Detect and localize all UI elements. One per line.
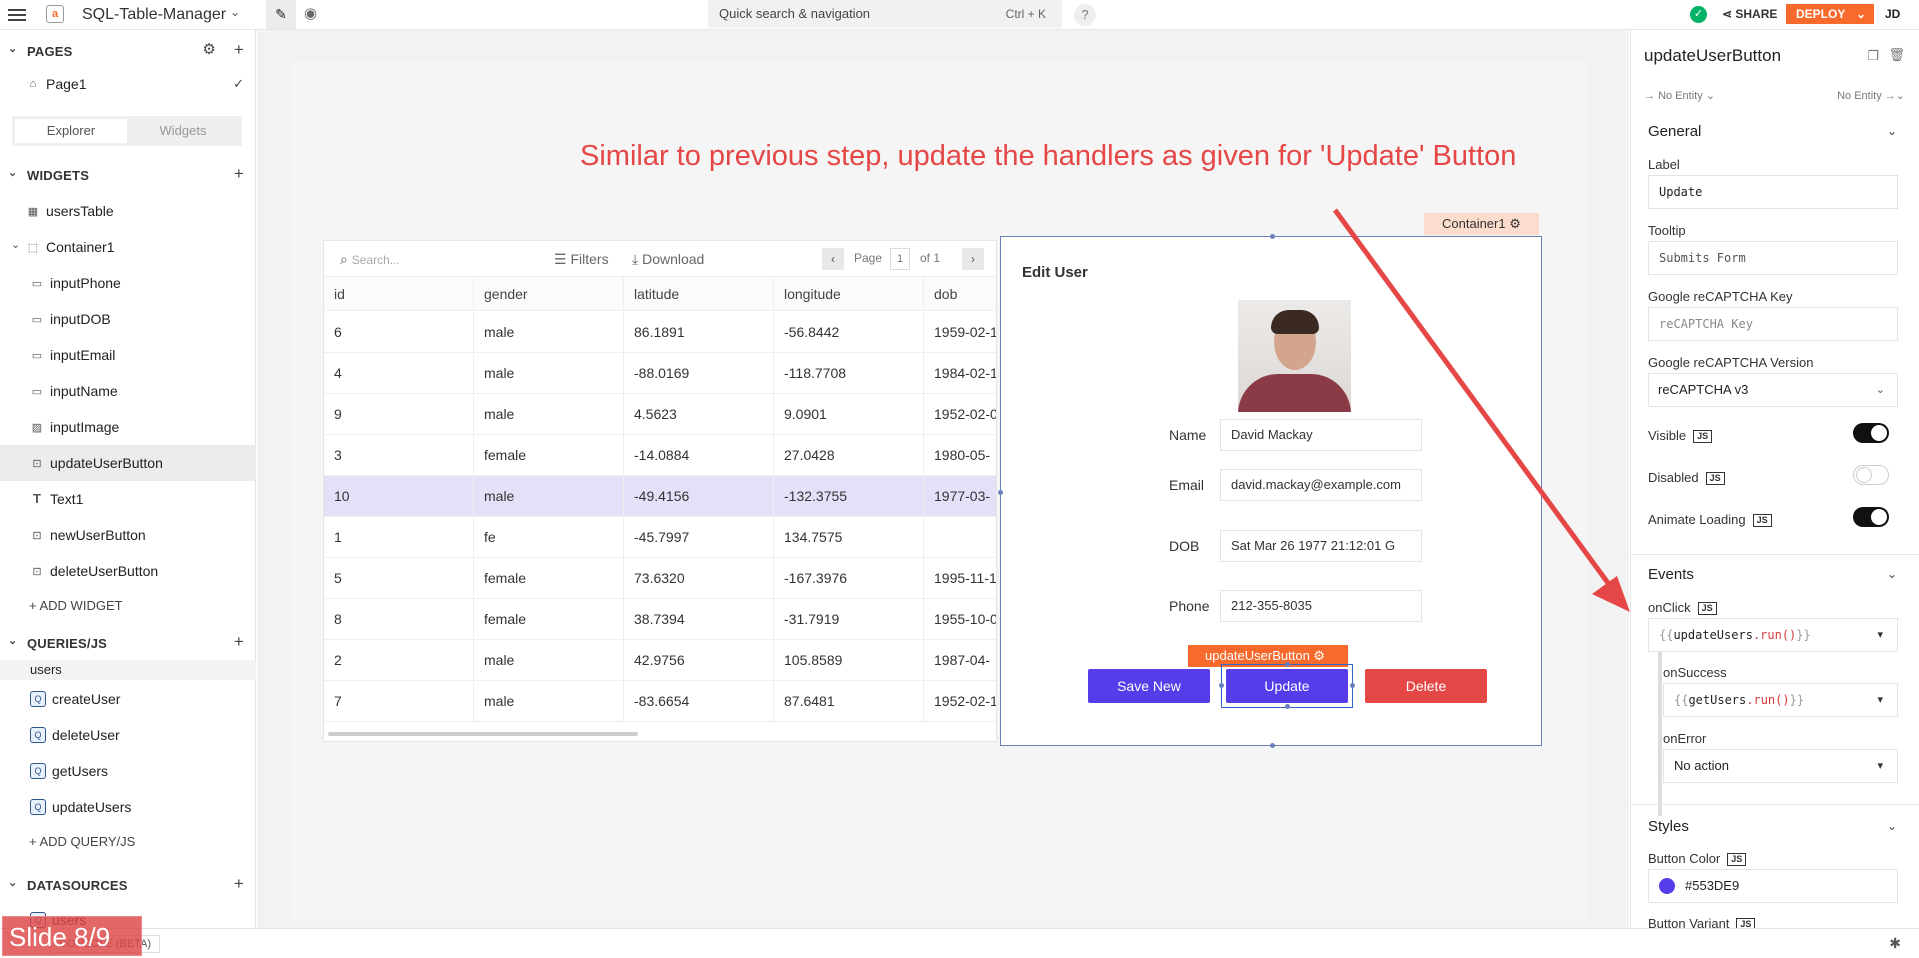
annotation-arrow — [1332, 208, 1630, 612]
slide-counter: Slide 8/9 — [2, 916, 142, 956]
arrow-line — [1332, 208, 1611, 585]
arrow-head — [1592, 576, 1630, 612]
